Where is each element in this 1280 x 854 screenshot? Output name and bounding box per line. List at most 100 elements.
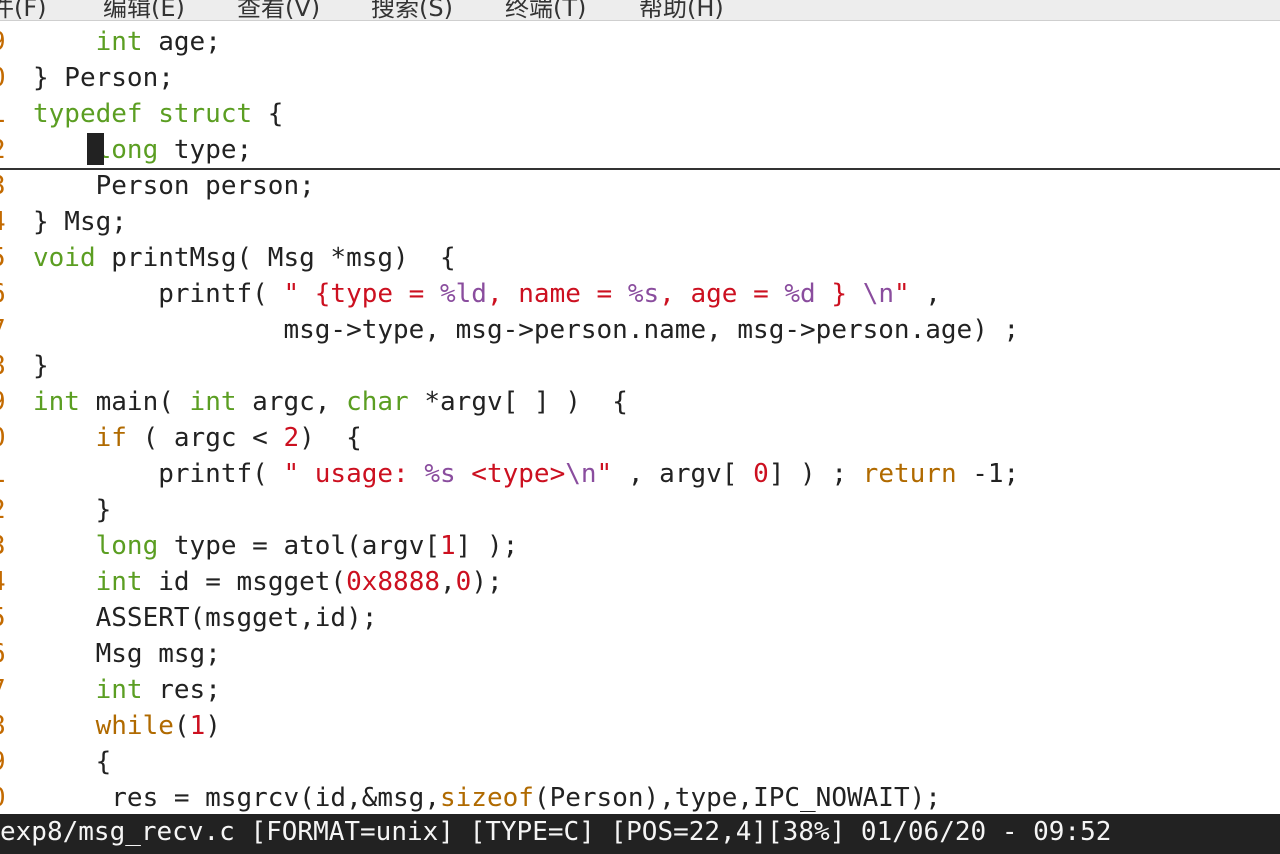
- code-token: %d: [784, 279, 816, 309]
- code-token: (Person),type,IPC_NOWAIT);: [533, 783, 941, 813]
- code-text: } Person;: [33, 60, 174, 96]
- line-number: 6: [0, 636, 6, 672]
- code-line[interactable]: 0 } Person;: [0, 60, 1280, 96]
- code-line[interactable]: 1 printf( " usage: %s <type>\n" , argv[ …: [0, 456, 1280, 492]
- code-line[interactable]: 9 int age;: [0, 24, 1280, 60]
- code-token: ,: [440, 567, 456, 597]
- code-token: {: [33, 747, 112, 777]
- menu-help[interactable]: 帮助(H): [639, 0, 724, 20]
- code-line[interactable]: 7 int res;: [0, 672, 1280, 708]
- code-line[interactable]: 4 int id = msgget(0x8888,0);: [0, 564, 1280, 600]
- code-token: %s: [424, 459, 456, 489]
- line-number: 2: [0, 132, 6, 168]
- code-token: void: [33, 243, 96, 273]
- code-token: );: [471, 567, 503, 597]
- code-token: int: [189, 387, 237, 417]
- code-token: 1: [189, 711, 206, 741]
- code-token: age;: [142, 27, 221, 57]
- line-number: 7: [0, 672, 6, 708]
- line-number: 9: [0, 384, 6, 420]
- line-number: 1: [0, 456, 6, 492]
- code-token: ": [894, 279, 910, 309]
- code-text: void printMsg( Msg *msg) {: [33, 240, 456, 276]
- code-token: 2: [283, 423, 300, 453]
- code-line[interactable]: 2 }: [0, 492, 1280, 528]
- code-token: } Msg;: [33, 207, 127, 237]
- code-token: (: [173, 711, 190, 741]
- code-line[interactable]: 5 ASSERT(msgget,id);: [0, 600, 1280, 636]
- code-token: 0x8888: [346, 567, 441, 597]
- code-line[interactable]: 6 Msg msg;: [0, 636, 1280, 672]
- code-text: long type;: [33, 132, 253, 168]
- menu-edit[interactable]: 编辑(E): [103, 0, 185, 20]
- code-text: typedef struct {: [33, 96, 283, 132]
- code-token: 1: [440, 531, 456, 561]
- code-token: %ld: [440, 279, 487, 309]
- code-text: Person person;: [33, 168, 315, 204]
- code-line[interactable]: 6 printf( " {type = %ld, name = %s, age …: [0, 276, 1280, 312]
- code-line[interactable]: 4} Msg;: [0, 204, 1280, 240]
- code-token: char: [346, 387, 409, 417]
- status-line: exp8/msg_recv.c [FORMAT=unix] [TYPE=C] […: [0, 814, 1280, 854]
- line-number: 8: [0, 348, 6, 384]
- code-text: if ( argc < 2) {: [33, 420, 362, 456]
- code-token: int: [95, 675, 143, 705]
- menu-terminal[interactable]: 终端(T): [505, 0, 586, 20]
- code-line[interactable]: 0 if ( argc < 2) {: [0, 420, 1280, 456]
- code-line[interactable]: 5 void printMsg( Msg *msg) {: [0, 240, 1280, 276]
- code-text: while(1): [33, 708, 221, 744]
- code-token: ): [205, 711, 221, 741]
- code-line[interactable]: 7 msg->type, msg->person.name, msg->pers…: [0, 312, 1280, 348]
- code-token: while: [95, 711, 174, 741]
- line-number: 0: [0, 60, 6, 96]
- code-token: -1;: [956, 459, 1020, 489]
- code-token: printf(: [33, 459, 284, 489]
- code-line[interactable]: 3 long type = atol(argv[1] );: [0, 528, 1280, 564]
- code-text: }: [33, 492, 112, 528]
- code-token: ) {: [299, 423, 362, 453]
- code-text: long type = atol(argv[1] );: [33, 528, 519, 564]
- menu-bar: 件(F) 编辑(E) 查看(V) 搜索(S) 终端(T) 帮助(H): [0, 0, 1280, 21]
- code-text: int id = msgget(0x8888,0);: [33, 564, 503, 600]
- code-token: 0: [455, 567, 472, 597]
- code-token: \n: [565, 459, 597, 489]
- code-token: long: [95, 531, 159, 561]
- code-token: ] );: [455, 531, 519, 561]
- line-number: 5: [0, 240, 6, 276]
- code-token: \n: [862, 279, 894, 309]
- code-line[interactable]: 0 res = msgrcv(id,&msg,sizeof(Person),ty…: [0, 780, 1280, 816]
- code-token: msg->type, msg->person.name, msg->person…: [33, 315, 1020, 345]
- code-token: " usage:: [283, 459, 425, 489]
- code-token: printMsg( Msg *msg) {: [95, 243, 456, 273]
- menu-view[interactable]: 查看(V): [237, 0, 320, 20]
- code-text: } Msg;: [33, 204, 127, 240]
- menu-search[interactable]: 搜索(S): [371, 0, 453, 20]
- line-number: 9: [0, 24, 6, 60]
- code-token: ( argc <: [126, 423, 284, 453]
- code-token: , argv[: [612, 459, 754, 489]
- menu-file[interactable]: 件(F): [0, 0, 47, 20]
- code-line[interactable]: 8 while(1): [0, 708, 1280, 744]
- code-token: Person person;: [33, 171, 315, 201]
- code-token: int: [33, 387, 80, 417]
- code-text: printf( " {type = %ld, name = %s, age = …: [33, 276, 941, 312]
- code-line[interactable]: 1 typedef struct {: [0, 96, 1280, 132]
- code-line[interactable]: 9 {: [0, 744, 1280, 780]
- line-number: 1: [0, 96, 6, 132]
- code-token: , age =: [659, 279, 785, 309]
- line-number: 0: [0, 420, 6, 456]
- line-number: 8: [0, 708, 6, 744]
- code-token: }: [33, 351, 49, 381]
- code-line[interactable]: 8}: [0, 348, 1280, 384]
- code-token: argc,: [236, 387, 347, 417]
- code-text: {: [33, 744, 112, 780]
- code-token: Msg msg;: [33, 639, 221, 669]
- code-line[interactable]: 9 int main( int argc, char *argv[ ] ) {: [0, 384, 1280, 420]
- code-line[interactable]: 3 Person person;: [0, 168, 1280, 204]
- code-token: <type>: [455, 459, 566, 489]
- line-number: 3: [0, 528, 6, 564]
- code-line[interactable]: 2 long type;: [0, 132, 1280, 170]
